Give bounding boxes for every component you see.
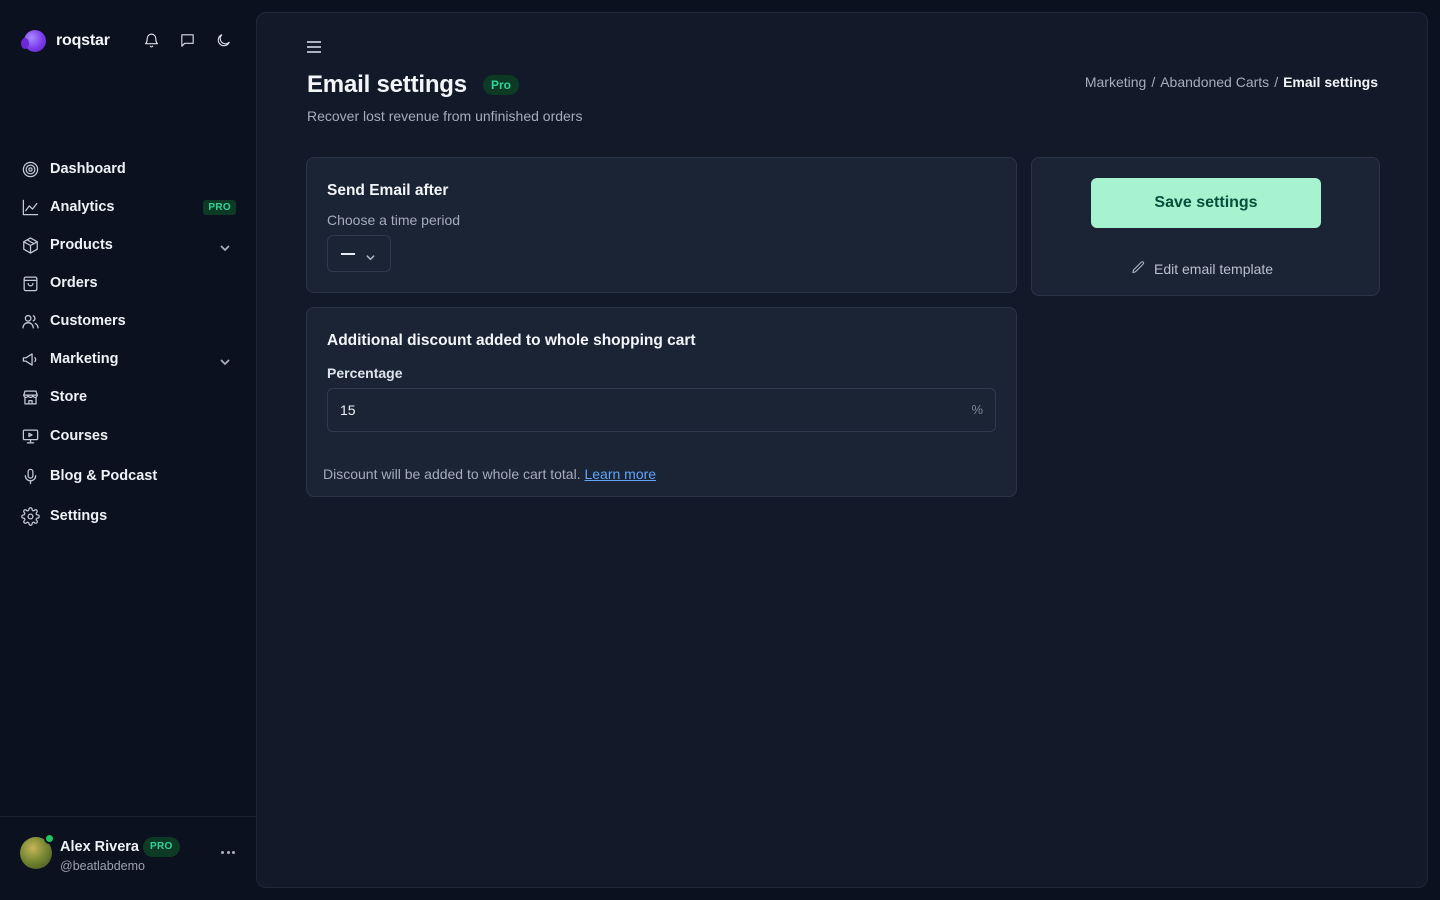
user-profile[interactable]: Alex Rivera PRO @beatlabdemo bbox=[0, 816, 256, 900]
user-handle: @beatlabdemo bbox=[60, 859, 145, 873]
actions-card: Save settings Edit email template bbox=[1031, 157, 1380, 296]
brand-name: roqstar bbox=[56, 32, 110, 49]
sidebar-item-customers[interactable]: Customers bbox=[0, 302, 256, 340]
time-period-empty-value bbox=[341, 253, 355, 255]
sidebar-item-marketing[interactable]: Marketing bbox=[0, 340, 256, 378]
percentage-input[interactable] bbox=[328, 389, 948, 431]
percentage-label: Percentage bbox=[327, 365, 403, 381]
edit-email-template-link[interactable]: Edit email template bbox=[1131, 260, 1273, 278]
discount-footnote-text: Discount will be added to whole cart tot… bbox=[323, 466, 581, 482]
sidebar-item-label: Orders bbox=[50, 275, 98, 291]
presentation-icon bbox=[20, 426, 40, 446]
sidebar-item-label: Blog & Podcast bbox=[50, 468, 158, 484]
time-period-hint: Choose a time period bbox=[327, 212, 461, 228]
send-email-card: Send Email after Choose a time period bbox=[306, 157, 1017, 293]
learn-more-link[interactable]: Learn more bbox=[584, 466, 656, 482]
breadcrumb-marketing[interactable]: Marketing bbox=[1085, 74, 1146, 90]
breadcrumb-abandoned-carts[interactable]: Abandoned Carts bbox=[1160, 74, 1269, 90]
sidebar-item-label: Courses bbox=[50, 428, 109, 444]
sidebar-item-label: Products bbox=[50, 237, 113, 253]
percentage-field[interactable]: % bbox=[327, 388, 996, 432]
breadcrumb-separator: / bbox=[1274, 74, 1279, 90]
sidebar-item-label: Store bbox=[50, 389, 88, 405]
more-options-icon[interactable] bbox=[218, 845, 238, 859]
online-status-icon bbox=[44, 833, 55, 844]
breadcrumb-current: Email settings bbox=[1283, 74, 1378, 90]
pro-badge: PRO bbox=[203, 200, 236, 215]
breadcrumb-separator: / bbox=[1151, 74, 1156, 90]
sidebar-item-store[interactable]: Store bbox=[0, 378, 256, 416]
microphone-icon bbox=[20, 466, 40, 486]
edit-email-template-label: Edit email template bbox=[1154, 261, 1274, 277]
sidebar-item-products[interactable]: Products bbox=[0, 226, 256, 264]
sidebar-item-dashboard[interactable]: Dashboard bbox=[0, 150, 256, 188]
gear-icon bbox=[20, 506, 40, 526]
discount-title: Additional discount added to whole shopp… bbox=[327, 332, 696, 349]
title-pro-badge: Pro bbox=[483, 75, 520, 95]
breadcrumb: Marketing / Abandoned Carts / Email sett… bbox=[1085, 74, 1378, 90]
menu-toggle-icon[interactable] bbox=[307, 41, 321, 55]
brand-logo-icon bbox=[21, 30, 46, 52]
sidebar-item-courses[interactable]: Courses bbox=[0, 416, 256, 456]
sidebar-item-label: Marketing bbox=[50, 351, 119, 367]
sidebar-item-analytics[interactable]: Analytics PRO bbox=[0, 188, 256, 226]
top-icon-bar bbox=[142, 30, 232, 50]
user-name: Alex Rivera bbox=[60, 839, 139, 855]
sidebar-item-blog-podcast[interactable]: Blog & Podcast bbox=[0, 456, 256, 496]
main-panel: Email settings Pro Recover lost revenue … bbox=[256, 12, 1428, 888]
page-title: Email settings bbox=[307, 71, 467, 98]
page-subtitle: Recover lost revenue from unfinished ord… bbox=[307, 108, 583, 124]
box-icon bbox=[20, 235, 40, 255]
chevron-down-icon bbox=[366, 249, 375, 261]
chevron-down-icon[interactable] bbox=[220, 240, 230, 251]
sidebar-item-orders[interactable]: Orders bbox=[0, 264, 256, 302]
sidebar: roqstar Dashboard Analytics PRO Products… bbox=[0, 0, 256, 900]
sidebar-item-label: Settings bbox=[50, 508, 108, 524]
moon-icon[interactable] bbox=[214, 30, 232, 50]
shopping-bag-icon bbox=[20, 273, 40, 293]
users-icon bbox=[20, 311, 40, 331]
user-pro-badge: PRO bbox=[143, 837, 180, 857]
message-icon[interactable] bbox=[178, 30, 196, 50]
sidebar-item-label: Analytics bbox=[50, 199, 115, 215]
discount-card: Additional discount added to whole shopp… bbox=[306, 307, 1017, 497]
megaphone-icon bbox=[20, 349, 40, 369]
store-icon bbox=[20, 387, 40, 407]
sidebar-item-label: Customers bbox=[50, 313, 126, 329]
sidebar-nav: Dashboard Analytics PRO Products Orders bbox=[0, 150, 256, 536]
percent-suffix: % bbox=[971, 402, 983, 417]
target-icon bbox=[20, 159, 40, 179]
sidebar-item-settings[interactable]: Settings bbox=[0, 496, 256, 536]
pencil-icon bbox=[1131, 260, 1146, 278]
bell-icon[interactable] bbox=[142, 30, 160, 50]
sidebar-item-label: Dashboard bbox=[50, 161, 126, 177]
discount-footnote: Discount will be added to whole cart tot… bbox=[323, 466, 656, 482]
save-settings-button[interactable]: Save settings bbox=[1091, 178, 1321, 228]
chevron-down-icon[interactable] bbox=[220, 354, 230, 365]
brand[interactable]: roqstar bbox=[21, 30, 110, 52]
chart-line-icon bbox=[20, 197, 40, 217]
time-period-select[interactable] bbox=[327, 235, 391, 272]
send-email-title: Send Email after bbox=[327, 182, 449, 199]
